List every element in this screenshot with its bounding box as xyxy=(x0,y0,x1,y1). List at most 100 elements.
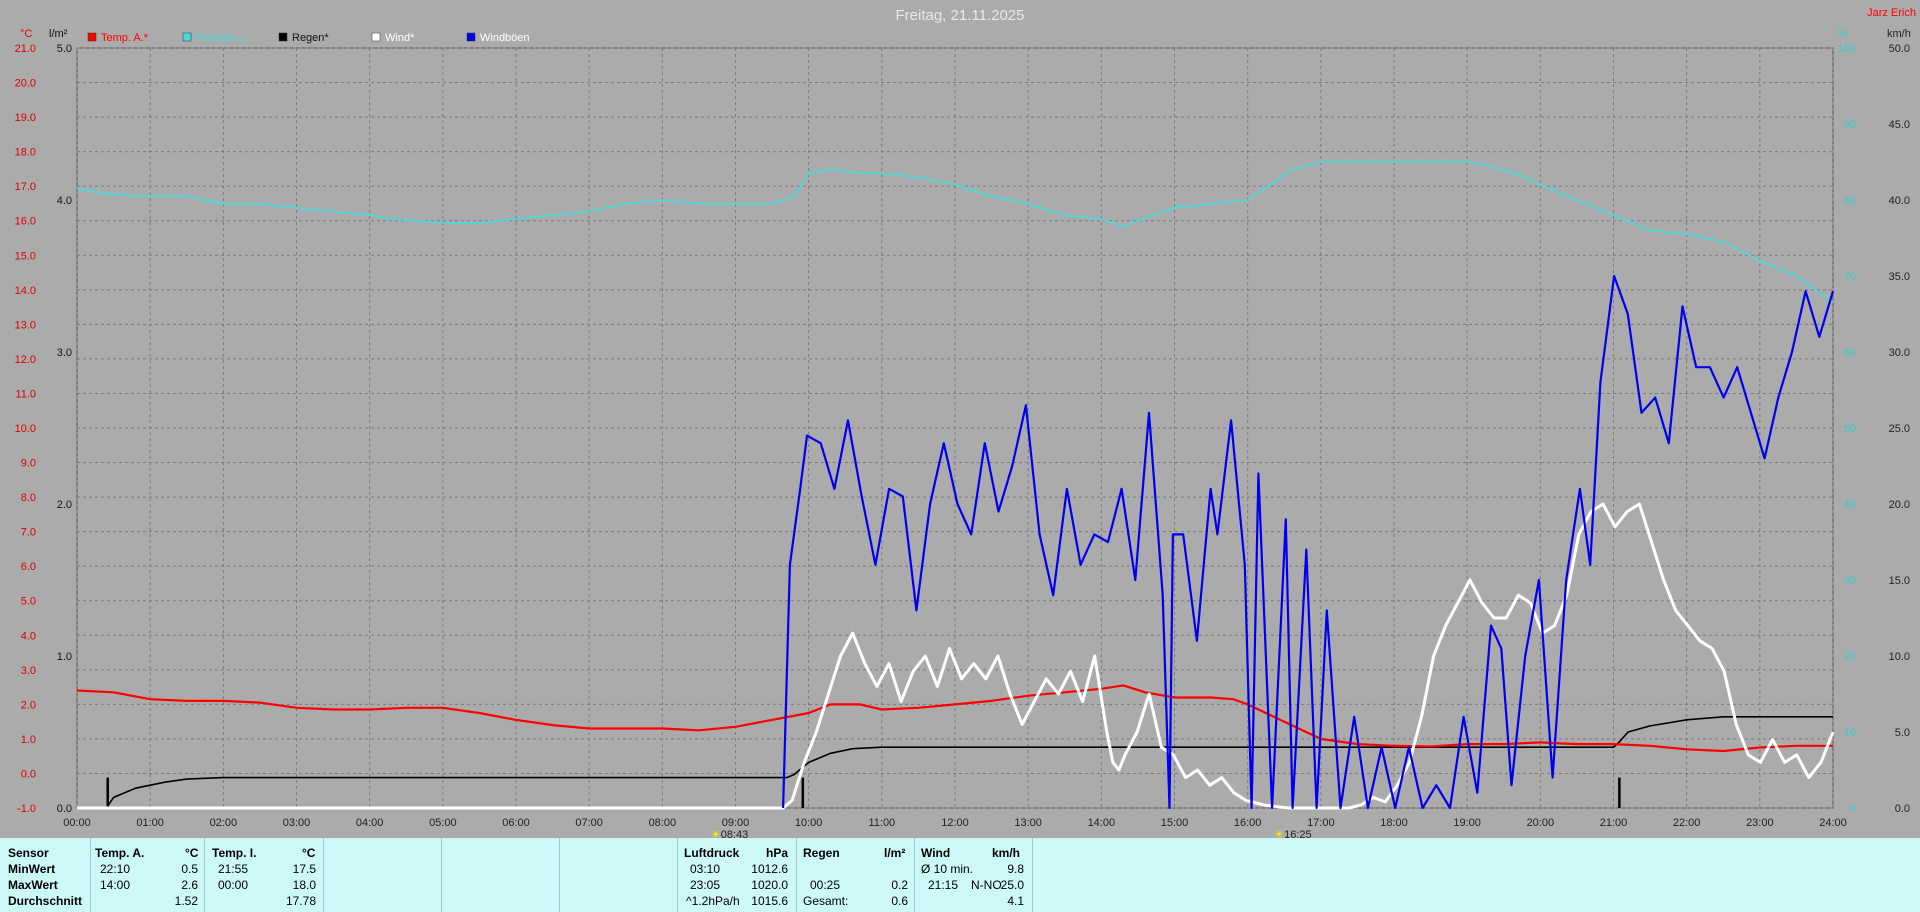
row-label-avg: Durchschnitt xyxy=(8,894,83,908)
luftdruck-min: 1012.6 xyxy=(751,862,788,876)
regen-total: 0.6 xyxy=(891,894,908,908)
y-temp-tick-label: 8.0 xyxy=(21,492,36,504)
y-temp-tick-label: 17.0 xyxy=(15,181,36,193)
luftdruck-min-time: 03:10 xyxy=(690,862,721,876)
sunrise-icon: ☀ xyxy=(711,829,721,838)
wind-max: 25.0 xyxy=(1000,878,1024,892)
divider xyxy=(796,838,797,912)
y-rain-tick-label: 5.0 xyxy=(57,43,72,55)
y-temp-tick-label: 14.0 xyxy=(15,285,36,297)
y-temp-tick-label: 7.0 xyxy=(21,527,36,539)
y-wind-tick-label: 45.0 xyxy=(1889,119,1910,131)
y-rain-tick-label: 3.0 xyxy=(57,347,72,359)
divider xyxy=(1032,838,1033,912)
x-tick-label: 03:00 xyxy=(283,817,311,829)
y-temp-tick-label: 0.0 xyxy=(21,768,36,780)
x-tick-label: 08:00 xyxy=(649,817,677,829)
x-tick-label: 10:00 xyxy=(795,817,823,829)
legend-label: Regen* xyxy=(292,32,329,44)
y-rain-tick-label: 4.0 xyxy=(57,195,72,207)
legend-swatch xyxy=(278,32,288,42)
y-temp-tick-label: 5.0 xyxy=(21,596,36,608)
y-percent-tick-label: 20 xyxy=(1844,651,1856,663)
y-temp-tick-label: 6.0 xyxy=(21,561,36,573)
legend-label: Temp. A.* xyxy=(101,32,149,44)
luftdruck-unit: hPa xyxy=(766,846,789,860)
y-wind-tick-label: 25.0 xyxy=(1889,423,1910,435)
y-percent-tick-label: 80 xyxy=(1844,195,1856,207)
temp-a-header: Temp. A. xyxy=(95,846,145,860)
x-tick-label: 17:00 xyxy=(1307,817,1335,829)
x-tick-label: 01:00 xyxy=(136,817,164,829)
y-wind-tick-label: 20.0 xyxy=(1889,499,1910,511)
sunset-time: 16:25 xyxy=(1284,829,1312,838)
temp-i-avg: 17.78 xyxy=(285,894,316,908)
y-temp-tick-label: 13.0 xyxy=(15,319,36,331)
wind-header: Wind xyxy=(921,846,951,860)
regen-total-label: Gesamt: xyxy=(803,894,849,908)
x-tick-label: 21:00 xyxy=(1600,817,1628,829)
legend-swatch xyxy=(371,32,381,42)
temp-a-max-time: 14:00 xyxy=(100,878,131,892)
y-percent-tick-label: 70 xyxy=(1844,271,1856,283)
x-tick-label: 07:00 xyxy=(575,817,603,829)
row-label-min: MinWert xyxy=(8,862,56,876)
y-temp-tick-label: 21.0 xyxy=(15,43,36,55)
divider xyxy=(914,838,915,912)
temp-i-max: 18.0 xyxy=(292,878,316,892)
temp-unit-label: °C xyxy=(20,28,32,40)
author-label: Jarz Erich xyxy=(1867,7,1916,19)
y-wind-tick-label: 40.0 xyxy=(1889,195,1910,207)
temp-a-min-time: 22:10 xyxy=(100,862,131,876)
x-tick-label: 04:00 xyxy=(356,817,384,829)
temp-i-unit: °C xyxy=(302,846,316,860)
temp-i-min-time: 21:55 xyxy=(218,862,249,876)
y-wind-tick-label: 35.0 xyxy=(1889,271,1910,283)
x-tick-label: 09:00 xyxy=(722,817,750,829)
legend-swatch xyxy=(87,32,97,42)
y-temp-tick-label: -1.0 xyxy=(17,803,36,815)
y-percent-tick-label: 60 xyxy=(1844,347,1856,359)
luftdruck-max-time: 23:05 xyxy=(690,878,721,892)
sunrise-time: 08:43 xyxy=(721,829,749,838)
y-percent-tick-label: 0 xyxy=(1850,803,1856,815)
regen-max: 0.2 xyxy=(891,878,908,892)
y-percent-tick-label: 30 xyxy=(1844,575,1856,587)
y-rain-tick-label: 0.0 xyxy=(57,803,72,815)
wind-avg: 4.1 xyxy=(1007,894,1024,908)
x-tick-label: 14:00 xyxy=(1088,817,1116,829)
wind-unit-label: km/h xyxy=(1887,28,1911,40)
x-tick-label: 20:00 xyxy=(1527,817,1555,829)
y-percent-tick-label: 90 xyxy=(1844,119,1856,131)
divider xyxy=(559,838,560,912)
divider xyxy=(441,838,442,912)
y-percent-tick-label: 40 xyxy=(1844,499,1856,511)
legend-label: Wind* xyxy=(385,32,415,44)
y-wind-tick-label: 10.0 xyxy=(1889,651,1910,663)
chart-title: Freitag, 21.11.2025 xyxy=(896,7,1025,24)
x-tick-label: 22:00 xyxy=(1673,817,1701,829)
x-tick-label: 24:00 xyxy=(1819,817,1847,829)
legend-swatch xyxy=(466,32,476,42)
regen-unit: l/m² xyxy=(884,846,906,860)
legend-label: Feuchte I. xyxy=(196,32,245,44)
percent-unit-label: % xyxy=(1838,28,1848,40)
y-temp-tick-label: 20.0 xyxy=(15,78,36,90)
x-tick-label: 16:00 xyxy=(1234,817,1262,829)
wind-avg10-label: Ø 10 min. xyxy=(921,862,974,876)
luftdruck-avg: 1015.6 xyxy=(751,894,788,908)
wind-max-time: 21:15 xyxy=(928,878,959,892)
divider xyxy=(323,838,324,912)
y-temp-tick-label: 3.0 xyxy=(21,665,36,677)
y-wind-tick-label: 50.0 xyxy=(1889,43,1910,55)
y-temp-tick-label: 19.0 xyxy=(15,112,36,124)
divider xyxy=(90,838,91,912)
x-tick-label: 23:00 xyxy=(1746,817,1774,829)
y-temp-tick-label: 18.0 xyxy=(15,147,36,159)
y-percent-tick-label: 100 xyxy=(1838,43,1856,55)
y-temp-tick-label: 16.0 xyxy=(15,216,36,228)
legend-label: Windböen xyxy=(480,32,530,44)
wind-avg10: 9.8 xyxy=(1007,862,1024,876)
x-tick-label: 02:00 xyxy=(210,817,238,829)
luftdruck-max: 1020.0 xyxy=(751,878,788,892)
